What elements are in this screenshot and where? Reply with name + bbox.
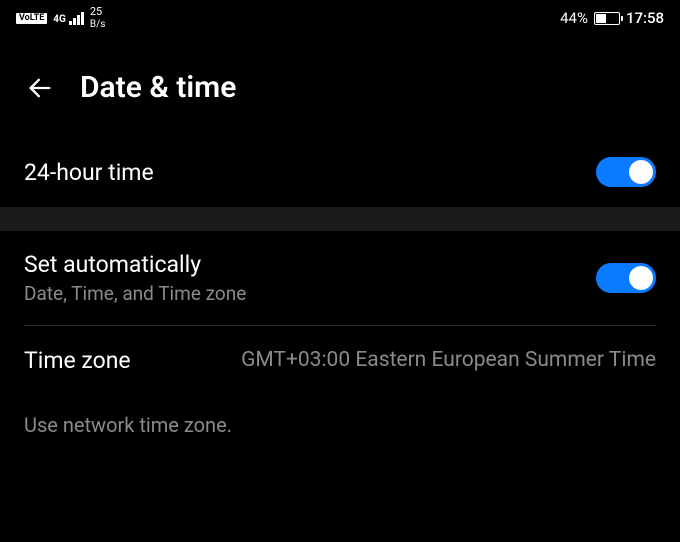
toggle-set-automatically[interactable]	[596, 263, 656, 293]
page-title: Date & time	[80, 70, 236, 105]
status-bar: VoLTE 4G 25 B/s 44% 17:58	[0, 0, 680, 36]
row-24hour[interactable]: 24-hour time	[0, 137, 680, 207]
network-speed: 25 B/s	[90, 6, 106, 29]
signal-group: 4G	[53, 12, 84, 25]
status-right: 44% 17:58	[560, 9, 664, 27]
battery-icon	[594, 12, 620, 25]
arrow-left-icon	[26, 74, 54, 102]
set-auto-label: Set automatically	[24, 251, 246, 278]
battery-percentage: 44%	[560, 9, 588, 27]
toggle-knob	[629, 160, 653, 184]
toggle-24hour[interactable]	[596, 157, 656, 187]
status-left: VoLTE 4G 25 B/s	[16, 6, 105, 29]
network-type: 4G	[53, 14, 66, 25]
clock: 17:58	[626, 9, 664, 27]
timezone-value: GMT+03:00 Eastern European Summer Time	[241, 346, 656, 375]
section-divider	[0, 207, 680, 231]
timezone-label: Time zone	[24, 347, 131, 374]
back-button[interactable]	[24, 72, 56, 104]
row-24hour-label: 24-hour time	[24, 159, 154, 186]
timezone-description: Use network time zone.	[24, 413, 656, 437]
set-auto-sublabel: Date, Time, and Time zone	[24, 282, 246, 305]
header: Date & time	[0, 36, 680, 137]
row-set-automatically[interactable]: Set automatically Date, Time, and Time z…	[0, 231, 680, 325]
toggle-knob	[629, 266, 653, 290]
row-set-automatically-labels: Set automatically Date, Time, and Time z…	[24, 251, 246, 305]
row-timezone-description: Use network time zone.	[0, 395, 680, 437]
signal-bars-icon	[69, 12, 84, 25]
row-timezone[interactable]: Time zone GMT+03:00 Eastern European Sum…	[0, 326, 680, 395]
volte-badge: VoLTE	[16, 13, 47, 24]
